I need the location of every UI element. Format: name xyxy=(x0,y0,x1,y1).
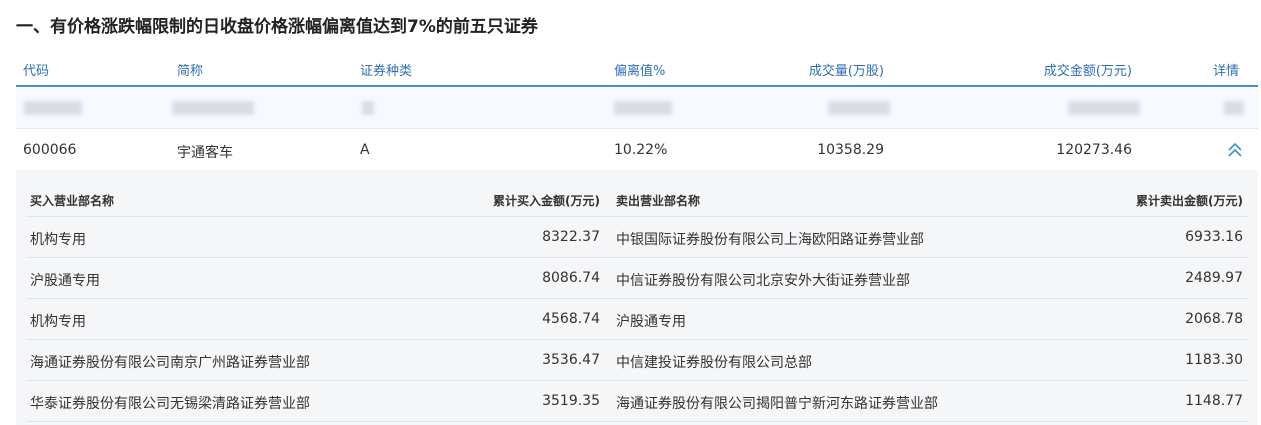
redacted-cell xyxy=(614,101,672,115)
column-header-detail: 详情 xyxy=(1213,64,1240,79)
column-header-sell-amount: 累计卖出金额(万元) xyxy=(1136,194,1243,208)
column-header-type[interactable]: 证券种类 xyxy=(360,60,412,79)
redacted-cell xyxy=(828,101,890,115)
sell-broker-name: 中银国际证券股份有限公司上海欧阳路证券营业部 xyxy=(616,232,924,248)
sell-broker-name: 沪股通专用 xyxy=(616,314,686,330)
broker-row: 机构专用 4568.74 沪股通专用 2068.78 xyxy=(26,299,1248,340)
column-header-code[interactable]: 代码 xyxy=(23,60,49,79)
buy-broker-name: 海通证券股份有限公司南京广州路证券营业部 xyxy=(30,355,310,371)
broker-table: 买入营业部名称 累计买入金额(万元) 卖出营业部名称 累计卖出金额(万元) 机构… xyxy=(26,180,1248,422)
redacted-cell xyxy=(172,101,254,115)
broker-row: 海通证券股份有限公司南京广州路证券营业部 3536.47 中信建投证券股份有限公… xyxy=(26,340,1248,381)
detail-panel: 买入营业部名称 累计买入金额(万元) 卖出营业部名称 累计卖出金额(万元) 机构… xyxy=(16,170,1258,425)
buy-broker-name: 机构专用 xyxy=(30,314,86,330)
stock-volume: 10358.29 xyxy=(817,142,884,158)
buy-amount: 3536.47 xyxy=(542,352,600,368)
blurred-table-row xyxy=(16,88,1258,128)
buy-amount: 3519.35 xyxy=(542,393,600,409)
buy-broker-name: 华泰证券股份有限公司无锡梁清路证券营业部 xyxy=(30,396,310,412)
column-header-deviation[interactable]: 偏离值% xyxy=(614,60,665,79)
sell-broker-name: 海通证券股份有限公司揭阳普宁新河东路证券营业部 xyxy=(616,396,938,412)
stock-deviation: 10.22% xyxy=(614,142,668,158)
broker-row: 沪股通专用 8086.74 中信证券股份有限公司北京安外大街证券营业部 2489… xyxy=(26,258,1248,299)
redacted-cell xyxy=(1068,101,1140,115)
column-header-sell-name: 卖出营业部名称 xyxy=(616,194,701,208)
sell-amount: 6933.16 xyxy=(1185,229,1243,245)
table-row[interactable]: 600066 宇通客车 A 10.22% 10358.29 120273.46 xyxy=(16,128,1258,171)
broker-table-header: 买入营业部名称 累计买入金额(万元) 卖出营业部名称 累计卖出金额(万元) xyxy=(26,180,1248,217)
column-header-amount[interactable]: 成交金额(万元) xyxy=(1022,60,1132,79)
column-header-buy-amount: 累计买入金额(万元) xyxy=(493,194,600,208)
sell-broker-name: 中信建投证券股份有限公司总部 xyxy=(616,355,812,371)
section-title: 一、有价格涨跌幅限制的日收盘价格涨幅偏离值达到7%的前五只证券 xyxy=(16,17,538,37)
stock-name: 宇通客车 xyxy=(177,145,233,161)
buy-amount: 8322.37 xyxy=(542,229,600,245)
column-header-name[interactable]: 简称 xyxy=(177,60,203,79)
buy-amount: 8086.74 xyxy=(542,270,600,286)
redacted-cell xyxy=(1224,101,1244,115)
redacted-cell xyxy=(24,101,82,115)
column-header-buy-name: 买入营业部名称 xyxy=(30,194,115,208)
stock-type: A xyxy=(360,142,370,158)
sell-broker-name: 中信证券股份有限公司北京安外大街证券营业部 xyxy=(616,273,910,289)
buy-broker-name: 沪股通专用 xyxy=(30,273,100,289)
stock-code: 600066 xyxy=(23,142,77,158)
stock-amount: 120273.46 xyxy=(1056,142,1132,158)
sell-amount: 1183.30 xyxy=(1185,352,1243,368)
column-header-volume[interactable]: 成交量(万股) xyxy=(780,60,884,79)
broker-row: 华泰证券股份有限公司无锡梁清路证券营业部 3519.35 海通证券股份有限公司揭… xyxy=(26,381,1248,422)
sell-amount: 1148.77 xyxy=(1185,393,1243,409)
buy-broker-name: 机构专用 xyxy=(30,232,86,248)
sell-amount: 2489.97 xyxy=(1185,270,1243,286)
main-table-header: 代码 简称 证券种类 偏离值% 成交量(万股) 成交金额(万元) 详情 xyxy=(16,56,1258,87)
sell-amount: 2068.78 xyxy=(1185,311,1243,327)
chevron-up-double-icon[interactable] xyxy=(1226,141,1244,159)
broker-row: 机构专用 8322.37 中银国际证券股份有限公司上海欧阳路证券营业部 6933… xyxy=(26,217,1248,258)
redacted-cell xyxy=(362,101,374,115)
buy-amount: 4568.74 xyxy=(542,311,600,327)
